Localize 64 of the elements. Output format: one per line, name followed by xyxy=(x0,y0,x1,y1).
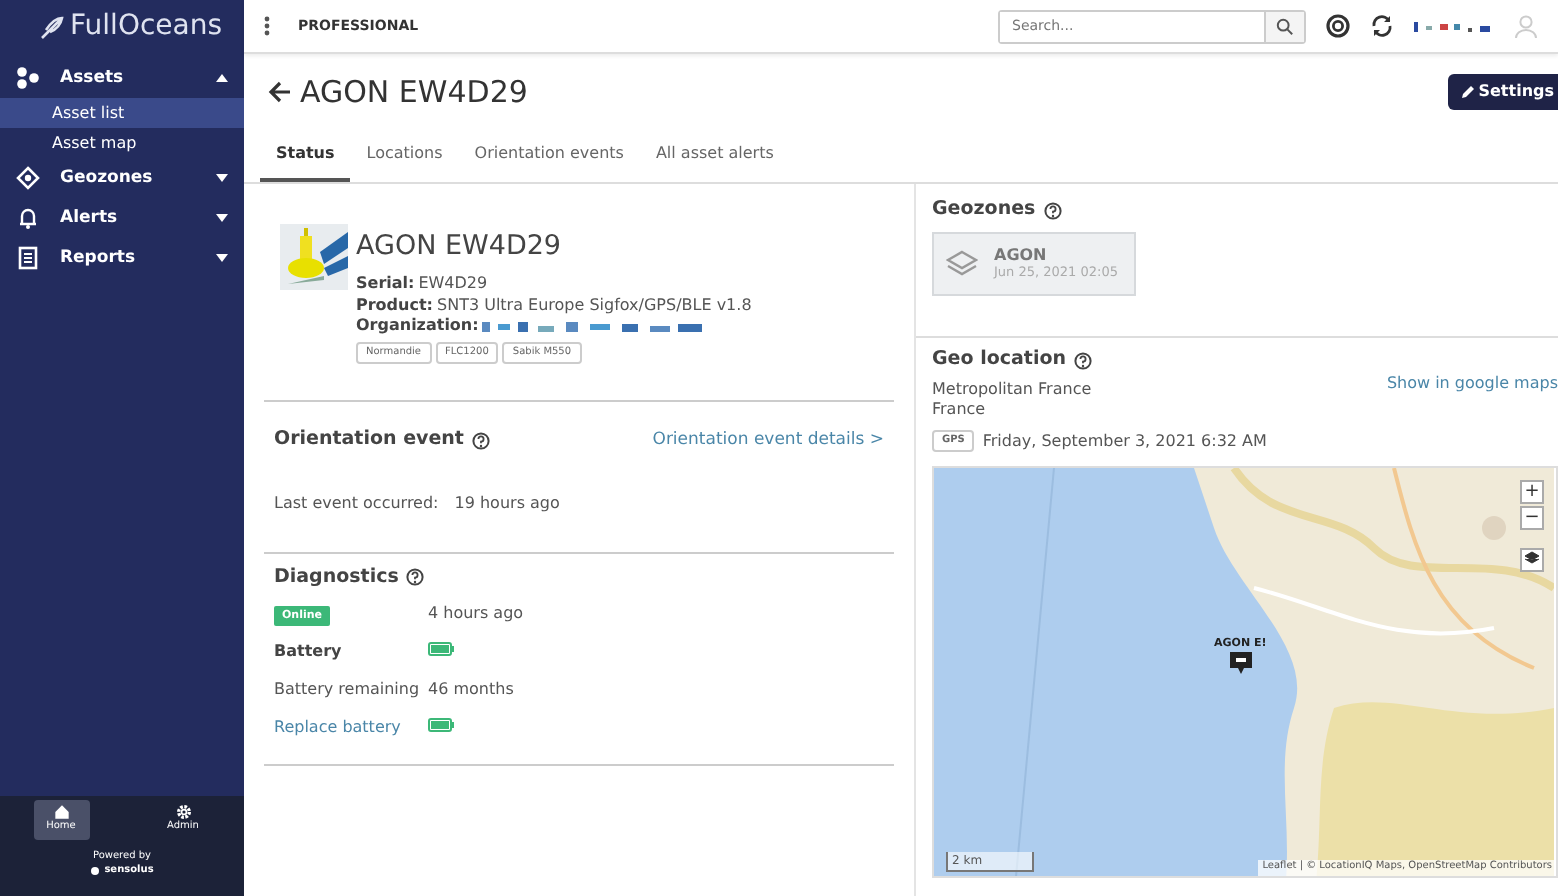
section-title: Geozones xyxy=(932,196,1036,224)
battery-icon xyxy=(428,641,454,656)
details-link[interactable]: Orientation event details > xyxy=(652,428,884,454)
kebab-menu-icon[interactable] xyxy=(264,16,270,36)
help-icon[interactable] xyxy=(1043,201,1062,220)
tab[interactable]: Locations xyxy=(350,130,459,182)
menu-item[interactable]: Geozones xyxy=(0,158,244,198)
submenu-item[interactable]: Asset list xyxy=(0,98,244,128)
layers-icon xyxy=(1524,550,1540,567)
search-button[interactable] xyxy=(1264,11,1304,41)
bell-icon xyxy=(16,206,40,230)
zoom-out-button[interactable]: − xyxy=(1520,505,1544,529)
submenu-item[interactable]: Asset map xyxy=(0,128,244,158)
field-value: EW4D29 xyxy=(418,274,488,296)
diamond-icon xyxy=(16,166,40,190)
section-title: Diagnostics xyxy=(274,563,399,591)
tab[interactable]: All asset alerts xyxy=(639,130,790,182)
search-icon xyxy=(1276,17,1294,35)
asset-name: AGON EW4D29 xyxy=(356,228,564,266)
settings-icon xyxy=(175,804,191,821)
field-label: Product: xyxy=(356,295,433,317)
field-label: Serial: xyxy=(356,274,415,296)
field-value: 4 hours ago xyxy=(428,603,524,622)
help-icon[interactable] xyxy=(406,568,425,587)
field-value: SNT3 Ultra Europe Sigfox/GPS/BLE v1.8 xyxy=(437,295,752,317)
lifebuoy-icon[interactable] xyxy=(1326,14,1350,38)
menu-item[interactable]: Reports xyxy=(0,238,244,278)
zoom-in-button[interactable]: + xyxy=(1520,479,1544,503)
home-icon xyxy=(53,804,69,821)
help-icon[interactable] xyxy=(1074,351,1092,370)
layers-button[interactable] xyxy=(1520,547,1544,571)
field-label: Battery remaining xyxy=(274,679,420,698)
geozone-name: AGON xyxy=(994,246,1049,265)
field-label: Last event occurred: xyxy=(274,491,439,515)
report-icon xyxy=(16,246,40,270)
back-arrow-icon[interactable] xyxy=(268,80,292,104)
menu-item[interactable]: Alerts xyxy=(0,198,244,238)
field-label: Battery xyxy=(274,641,342,660)
google-maps-link[interactable]: Show in google maps xyxy=(1386,373,1558,419)
help-icon[interactable] xyxy=(471,431,490,450)
region-text: Metropolitan France xyxy=(932,379,1092,399)
menu-item[interactable]: Assets xyxy=(0,58,244,98)
feather-icon xyxy=(40,15,64,39)
logo-text: FullOceans xyxy=(70,8,223,46)
country-text: France xyxy=(932,399,988,419)
pencil-icon xyxy=(1460,84,1477,100)
battery-icon xyxy=(428,717,454,732)
refresh-icon[interactable] xyxy=(1370,14,1394,38)
network-icon xyxy=(16,66,40,90)
redacted-drawing xyxy=(1414,18,1494,34)
field-value: 46 months xyxy=(428,679,514,698)
tab[interactable]: Status xyxy=(260,130,351,182)
map-marker-icon xyxy=(1229,651,1252,676)
brand-icon xyxy=(90,866,101,876)
timestamp: Friday, September 3, 2021 6:32 AM xyxy=(982,429,1267,453)
settings-button[interactable]: Settings xyxy=(1448,74,1558,110)
replace-battery-link[interactable]: Replace battery xyxy=(274,717,401,736)
layers-icon xyxy=(946,250,978,279)
field-value: 19 hours ago xyxy=(454,491,560,515)
page-title: AGON EW4D29 xyxy=(300,71,528,114)
section-title: Orientation event xyxy=(274,426,464,455)
field-label: Organization: xyxy=(356,316,479,338)
section-title: Geo location xyxy=(932,346,1066,375)
tab[interactable]: Orientation events xyxy=(458,130,640,182)
